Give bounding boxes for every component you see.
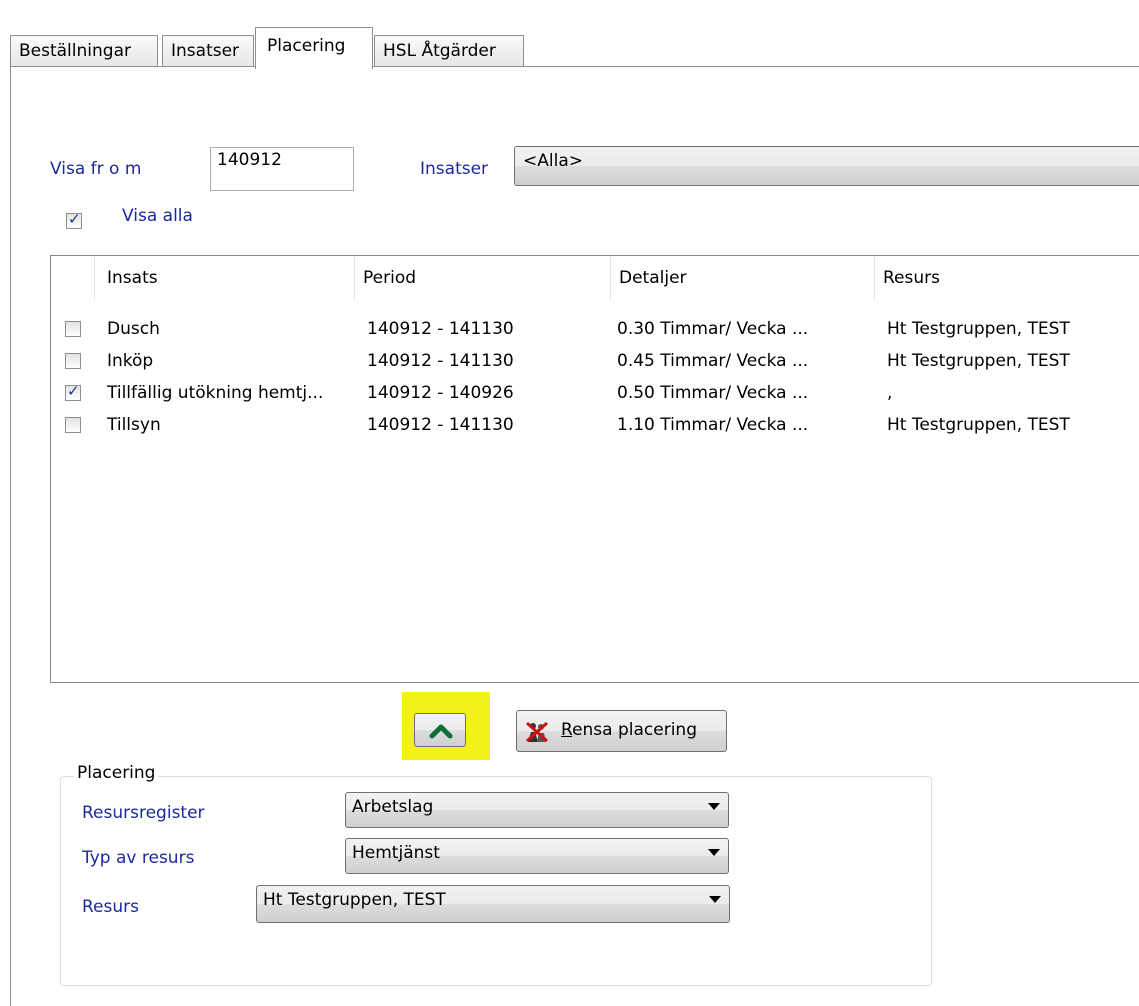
chevron-down-icon bbox=[708, 803, 720, 810]
cell-insats: Tillfällig utökning hemtj... bbox=[107, 383, 324, 403]
table-row[interactable]: ✓ Tillfällig utökning hemtj... 140912 - … bbox=[51, 377, 1139, 409]
cell-resurs: Ht Testgruppen, TEST bbox=[887, 319, 1070, 339]
table-row[interactable]: Dusch 140912 - 141130 0.30 Timmar/ Vecka… bbox=[51, 313, 1139, 345]
tab-bestallningar[interactable]: Beställningar bbox=[10, 35, 158, 67]
cell-period: 140912 - 141130 bbox=[367, 319, 514, 339]
resurs-select[interactable]: Ht Testgruppen, TEST bbox=[256, 885, 730, 923]
visa-fr-o-m-label: Visa fr o m bbox=[50, 159, 142, 179]
insatser-label: Insatser bbox=[420, 159, 489, 179]
chevron-down-icon bbox=[709, 896, 721, 903]
column-header-period[interactable]: Period bbox=[355, 256, 611, 300]
row-checkbox[interactable]: ✓ bbox=[65, 382, 81, 401]
check-mark-icon: ✓ bbox=[67, 382, 80, 400]
visa-fr-o-m-value: 140912 bbox=[217, 150, 282, 170]
visa-fr-o-m-input[interactable]: 140912 bbox=[210, 147, 354, 191]
cell-period: 140912 - 141130 bbox=[367, 415, 514, 435]
table-row[interactable]: Inköp 140912 - 141130 0.45 Timmar/ Vecka… bbox=[51, 345, 1139, 377]
placering-group-title: Placering bbox=[74, 763, 159, 783]
cell-resurs: Ht Testgruppen, TEST bbox=[887, 351, 1070, 371]
cell-detaljer: 0.50 Timmar/ Vecka ... bbox=[617, 383, 809, 403]
list-header: Insats Period Detaljer Resurs bbox=[51, 256, 1139, 300]
resursregister-select[interactable]: Arbetslag bbox=[345, 792, 729, 828]
cell-resurs: , bbox=[887, 383, 893, 403]
cell-insats: Dusch bbox=[107, 319, 160, 339]
check-mark-icon: ✓ bbox=[68, 210, 81, 228]
cell-detaljer: 0.30 Timmar/ Vecka ... bbox=[617, 319, 809, 339]
cell-resurs: Ht Testgruppen, TEST bbox=[887, 415, 1070, 435]
tab-placering[interactable]: Placering bbox=[255, 27, 373, 69]
table-row[interactable]: Tillsyn 140912 - 141130 1.10 Timmar/ Vec… bbox=[51, 409, 1139, 441]
row-checkbox[interactable] bbox=[65, 417, 81, 433]
tab-bar: Beställningar Insatser Placering HSL Åtg… bbox=[10, 27, 1139, 69]
move-up-button[interactable] bbox=[414, 713, 466, 747]
insatser-select[interactable]: <Alla> bbox=[514, 146, 1139, 186]
row-checkbox[interactable] bbox=[65, 321, 81, 337]
typ-av-resurs-value: Hemtjänst bbox=[352, 843, 440, 863]
resursregister-label: Resursregister bbox=[82, 803, 205, 823]
tab-insatser[interactable]: Insatser bbox=[162, 35, 254, 67]
chevron-up-icon bbox=[429, 724, 453, 739]
column-header-resurs[interactable]: Resurs bbox=[875, 256, 1139, 300]
resursregister-value: Arbetslag bbox=[352, 797, 434, 817]
rensa-placering-button[interactable]: Rensa placering bbox=[516, 710, 727, 752]
cell-insats: Tillsyn bbox=[107, 415, 161, 435]
cell-period: 140912 - 140926 bbox=[367, 383, 514, 403]
insatser-selected-value: <Alla> bbox=[523, 151, 583, 171]
column-header-insats[interactable]: Insats bbox=[95, 256, 355, 300]
rensa-placering-label: Rensa placering bbox=[561, 720, 697, 740]
tab-hsl-atgarder[interactable]: HSL Åtgärder bbox=[374, 35, 524, 67]
clear-placement-icon bbox=[525, 721, 549, 743]
resurs-value: Ht Testgruppen, TEST bbox=[263, 890, 446, 910]
cell-detaljer: 1.10 Timmar/ Vecka ... bbox=[617, 415, 809, 435]
insats-list[interactable]: Insats Period Detaljer Resurs Dusch 1409… bbox=[50, 255, 1139, 683]
resurs-label: Resurs bbox=[82, 897, 139, 917]
column-header-detaljer[interactable]: Detaljer bbox=[611, 256, 875, 300]
typ-av-resurs-select[interactable]: Hemtjänst bbox=[345, 838, 729, 874]
cell-insats: Inköp bbox=[107, 351, 154, 371]
row-checkbox[interactable] bbox=[65, 353, 81, 369]
chevron-down-icon bbox=[708, 849, 720, 856]
cell-detaljer: 0.45 Timmar/ Vecka ... bbox=[617, 351, 809, 371]
visa-alla-checkbox[interactable]: ✓ bbox=[66, 210, 82, 229]
typ-av-resurs-label: Typ av resurs bbox=[82, 848, 195, 868]
visa-alla-label: Visa alla bbox=[122, 206, 193, 226]
cell-period: 140912 - 141130 bbox=[367, 351, 514, 371]
column-header-check[interactable] bbox=[51, 256, 95, 300]
